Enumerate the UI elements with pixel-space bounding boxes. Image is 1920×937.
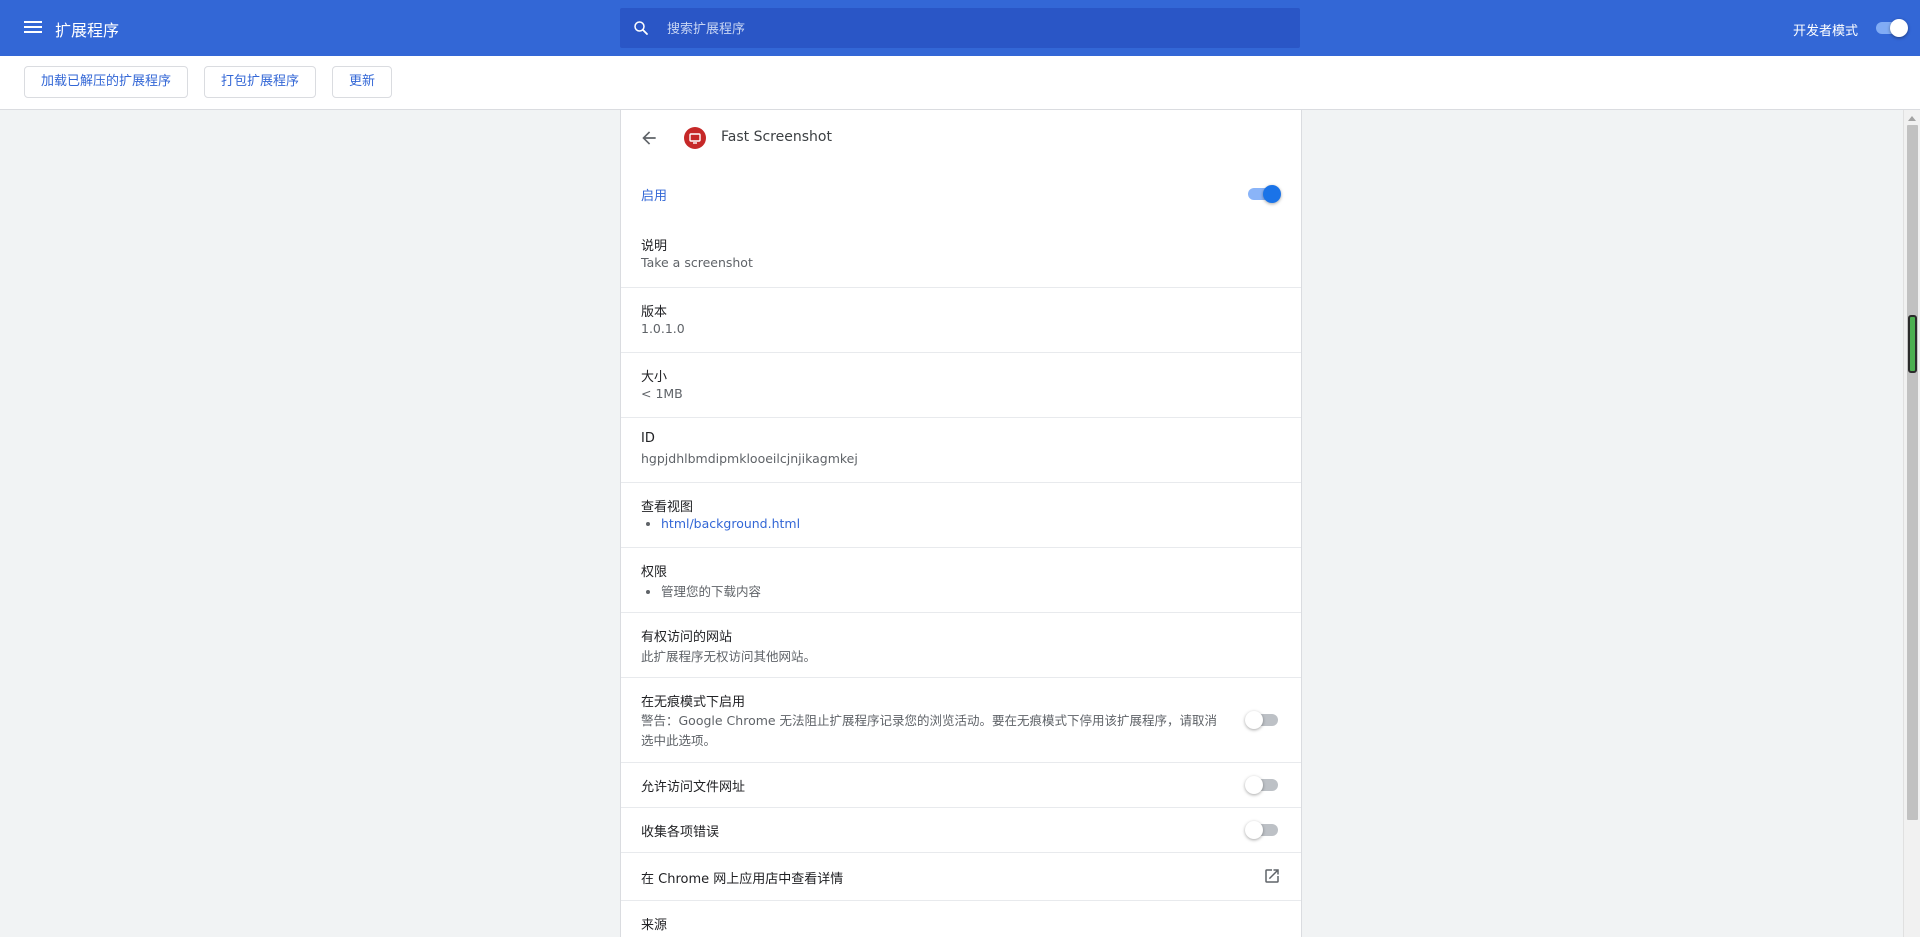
id-section: ID hgpjdhlbmdipmklooeilcjnjikagmkej [621,417,1301,482]
load-unpacked-button[interactable]: 加载已解压的扩展程序 [24,66,189,98]
permissions-list: 管理您的下载内容 [641,581,761,600]
incognito-title: 在无痕模式下启用 [641,695,746,710]
site-access-value: 此扩展程序无权访问其他网站。 [641,649,817,664]
search-box[interactable] [620,8,1300,50]
extension-detail-card: Fast Screenshot 启用 说明 Take a screenshot … [620,110,1302,937]
description-title: 说明 [641,239,668,254]
update-button[interactable]: 更新 [332,66,393,98]
scroll-indicator [1908,315,1917,373]
webstore-label[interactable]: 在 Chrome 网上应用店中查看详情 [641,868,843,887]
background-page-link[interactable]: html/background.html [661,516,800,531]
pack-extension-button[interactable]: 打包扩展程序 [204,66,317,98]
file-access-toggle[interactable] [1245,776,1281,794]
top-bar: 扩展程序 开发者模式 [0,0,1920,56]
file-access-row: 允许访问文件网址 [621,762,1301,807]
list-item: 管理您的下载内容 [661,581,761,600]
permissions-section: 权限 管理您的下载内容 [621,547,1301,612]
size-value: < 1MB [641,386,683,401]
incognito-toggle[interactable] [1245,711,1281,729]
enable-label: 启用 [641,189,668,204]
page-title: 扩展程序 [55,21,120,40]
file-access-label: 允许访问文件网址 [641,780,746,795]
list-item: html/background.html [661,516,800,531]
search-icon [634,21,648,35]
search-input[interactable] [665,8,1289,50]
dev-mode-toggle[interactable] [1876,19,1908,37]
scrollbar-thumb[interactable] [1907,125,1918,820]
incognito-section: 在无痕模式下启用 警告：Google Chrome 无法阻止扩展程序记录您的浏览… [621,677,1301,762]
detail-header: Fast Screenshot [621,110,1301,166]
extension-icon [684,127,706,149]
webstore-row[interactable]: 在 Chrome 网上应用店中查看详情 [621,852,1301,900]
version-value: 1.0.1.0 [641,321,685,336]
views-title: 查看视图 [641,500,694,515]
scroll-up-arrow-icon[interactable] [1908,116,1916,121]
back-arrow-icon[interactable] [639,128,659,148]
menu-icon[interactable] [24,18,42,38]
site-access-title: 有权访问的网站 [641,630,733,645]
collect-errors-label: 收集各项错误 [641,825,720,840]
size-section: 大小 < 1MB [621,352,1301,417]
views-list: html/background.html [641,516,800,531]
scrollbar[interactable] [1903,110,1920,937]
views-section: 查看视图 html/background.html [621,482,1301,547]
extension-name: Fast Screenshot [721,129,832,145]
dev-mode-label: 开发者模式 [1793,24,1859,39]
site-access-section: 有权访问的网站 此扩展程序无权访问其他网站。 [621,612,1301,677]
description-value: Take a screenshot [641,255,753,270]
id-title: ID [641,431,655,446]
enable-row: 启用 [621,166,1301,222]
collect-errors-row: 收集各项错误 [621,807,1301,852]
description-section: 说明 Take a screenshot [621,222,1301,287]
incognito-warning: 警告：Google Chrome 无法阻止扩展程序记录您的浏览活动。要在无痕模式… [641,713,1218,748]
version-section: 版本 1.0.1.0 [621,287,1301,352]
version-title: 版本 [641,305,668,320]
size-title: 大小 [641,370,668,385]
toolbar: 加载已解压的扩展程序 打包扩展程序 更新 [0,56,1920,110]
source-title: 来源 [641,918,668,933]
permissions-title: 权限 [641,565,668,580]
source-section: 来源 [621,900,1301,937]
collect-errors-toggle[interactable] [1245,821,1281,839]
enable-toggle[interactable] [1245,185,1281,203]
open-in-new-icon[interactable] [1263,867,1281,885]
id-value: hgpjdhlbmdipmklooeilcjnjikagmkej [641,451,858,466]
